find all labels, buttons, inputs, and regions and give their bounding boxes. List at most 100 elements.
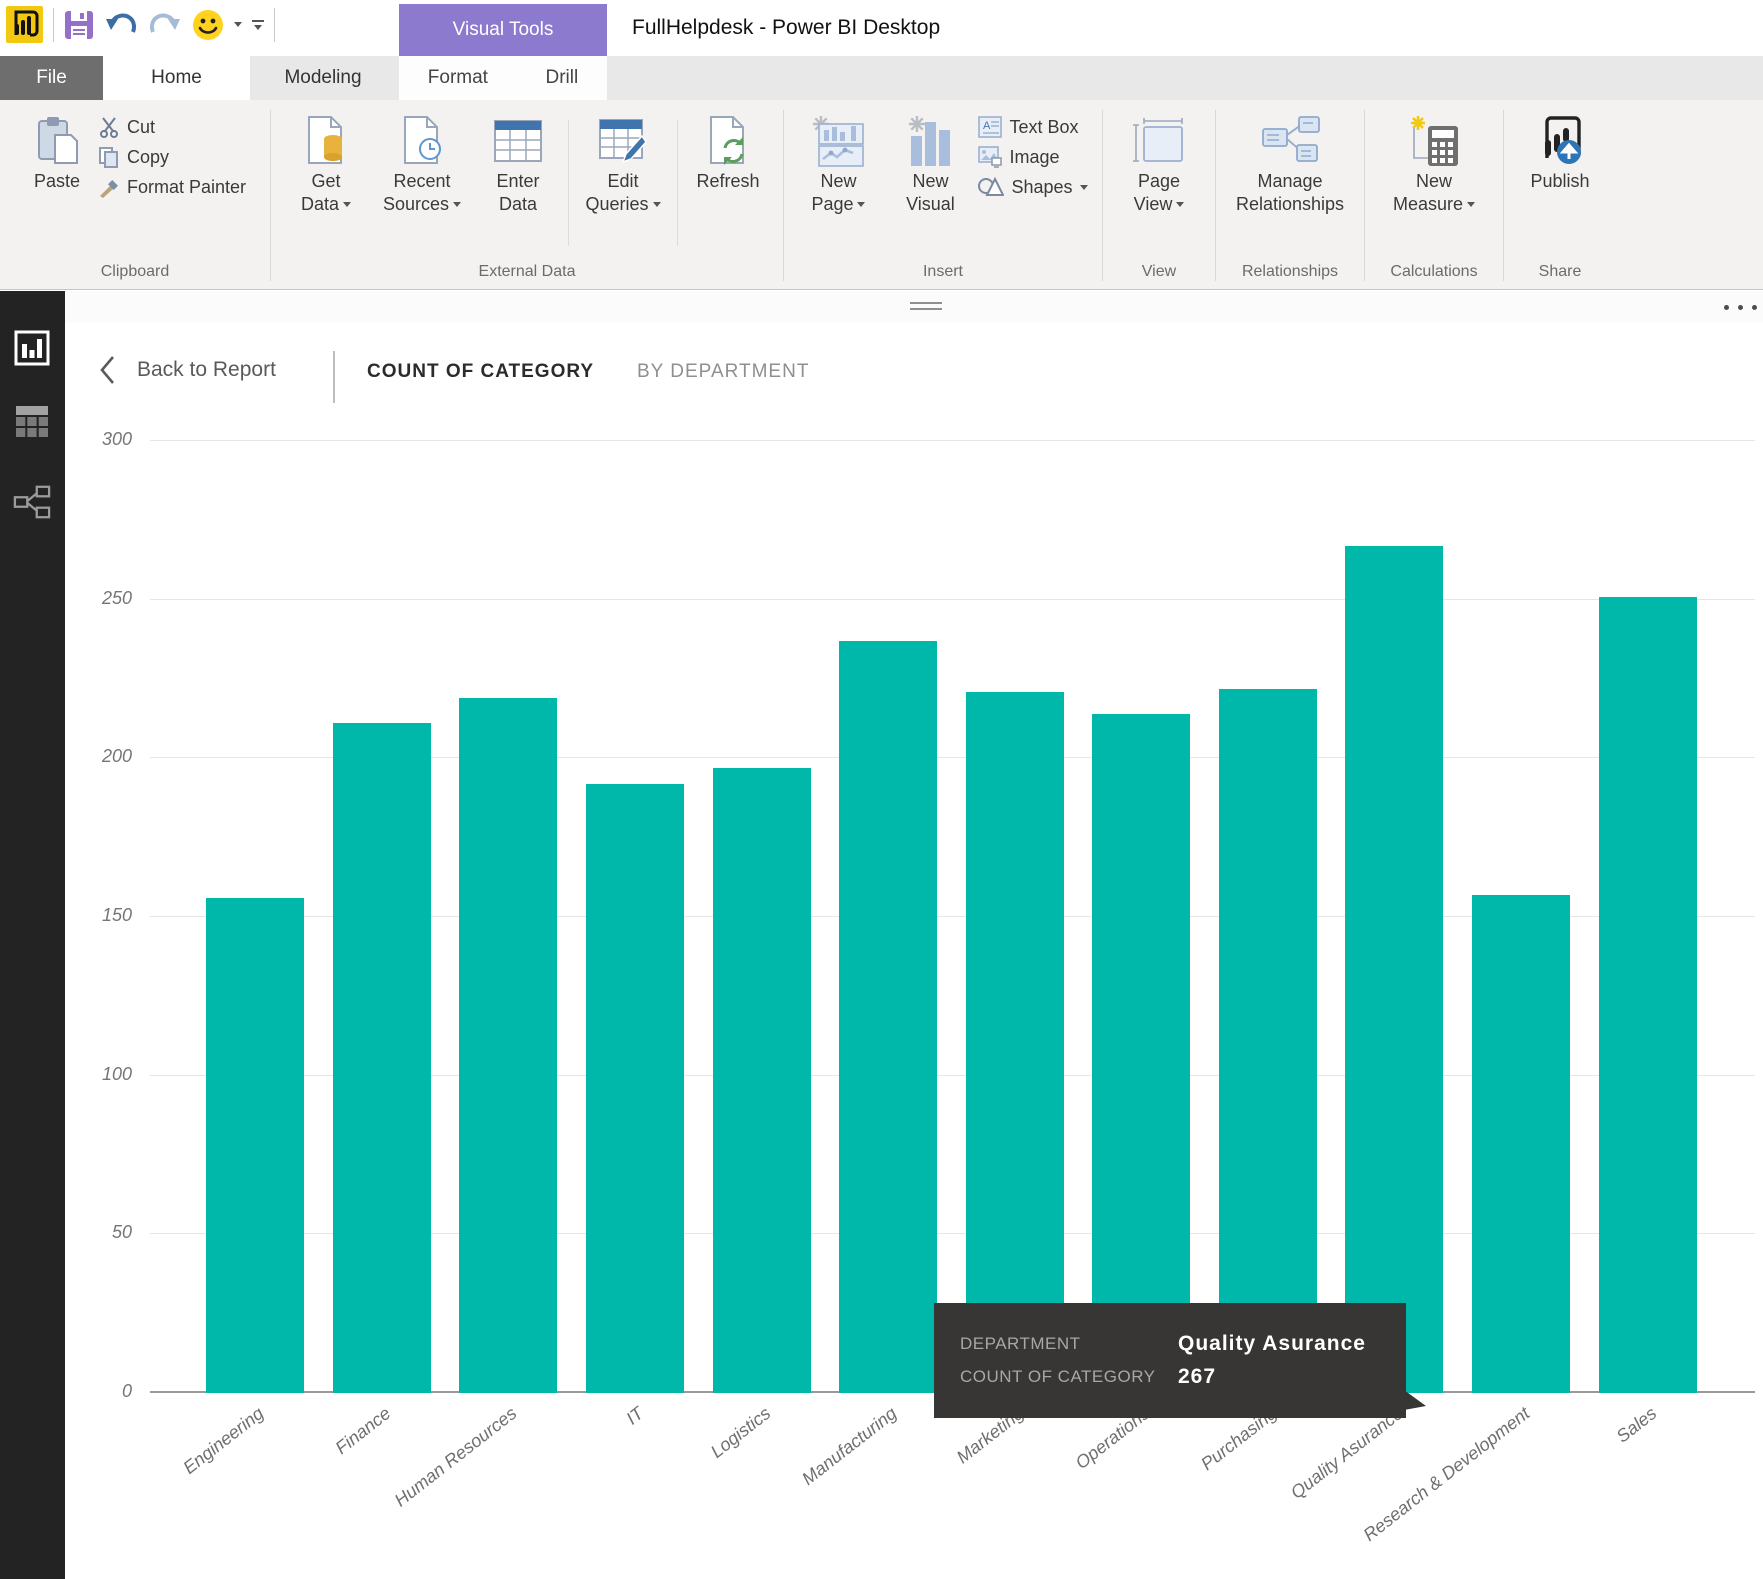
svg-text:A: A bbox=[983, 120, 991, 132]
bars: EngineeringFinanceHuman ResourcesITLogis… bbox=[192, 441, 1711, 1393]
focus-header: Back to Report COUNT OF CATEGORY BY DEPA… bbox=[65, 345, 1763, 407]
bar-slot: Research & Development bbox=[1458, 441, 1585, 1393]
back-chevron-icon bbox=[99, 355, 115, 385]
paste-button[interactable]: Paste bbox=[18, 106, 96, 193]
undo-button[interactable] bbox=[104, 10, 138, 40]
enter-data-button[interactable]: Enter Data bbox=[472, 106, 564, 216]
bar-research-development[interactable] bbox=[1472, 895, 1570, 1393]
bar-slot: Operations bbox=[1078, 441, 1205, 1393]
customize-toolbar-button[interactable] bbox=[252, 20, 264, 30]
group-label-relationships: Relationships bbox=[1216, 259, 1364, 289]
new-measure-icon bbox=[1406, 112, 1462, 170]
ribbon-group-share: Publish Share bbox=[1504, 100, 1616, 289]
bar-human-resources[interactable] bbox=[459, 698, 557, 1393]
view-sidebar bbox=[0, 291, 65, 1579]
tab-file[interactable]: File bbox=[0, 56, 103, 100]
visual-tools-tab-group: Format Drill bbox=[399, 56, 607, 100]
y-tick-label: 100 bbox=[70, 1064, 132, 1085]
bar-slot: Purchasing bbox=[1205, 441, 1332, 1393]
bar-slot: Logistics bbox=[698, 441, 825, 1393]
bar-operations[interactable] bbox=[1092, 714, 1190, 1393]
refresh-icon bbox=[705, 112, 751, 170]
page-view-icon bbox=[1132, 112, 1186, 170]
bar-it[interactable] bbox=[586, 784, 684, 1393]
new-page-icon bbox=[811, 112, 865, 170]
edit-queries-button[interactable]: Edit Queries bbox=[573, 106, 673, 216]
bar-slot: Human Resources bbox=[445, 441, 572, 1393]
y-tick-label: 0 bbox=[70, 1381, 132, 1402]
group-label-insert: Insert bbox=[784, 259, 1102, 289]
toolbar-separator bbox=[274, 8, 275, 42]
bar-manufacturing[interactable] bbox=[839, 641, 937, 1393]
bar-finance[interactable] bbox=[333, 723, 431, 1393]
powerbi-desktop-window: Visual Tools FullHelpdesk - Power BI Des… bbox=[0, 0, 1763, 1579]
image-button[interactable]: Image bbox=[978, 146, 1087, 168]
bar-logistics[interactable] bbox=[713, 768, 811, 1393]
get-data-button[interactable]: Get Data bbox=[280, 106, 372, 216]
dropdown-caret-icon bbox=[1467, 202, 1475, 207]
redo-button[interactable] bbox=[148, 10, 182, 40]
drag-handle[interactable] bbox=[910, 302, 942, 314]
tab-drill[interactable]: Drill bbox=[538, 56, 587, 100]
sidebar-item-relationships-view[interactable] bbox=[13, 483, 51, 521]
group-label-view: View bbox=[1103, 259, 1215, 289]
publish-button[interactable]: Publish bbox=[1514, 106, 1606, 193]
back-to-report-label: Back to Report bbox=[137, 358, 276, 382]
manage-relationships-icon bbox=[1259, 112, 1321, 170]
bar-engineering[interactable] bbox=[206, 898, 304, 1393]
tab-format[interactable]: Format bbox=[420, 56, 496, 100]
title-bar: Visual Tools FullHelpdesk - Power BI Des… bbox=[0, 0, 1763, 56]
image-icon bbox=[978, 146, 1002, 168]
new-measure-button[interactable]: New Measure bbox=[1374, 106, 1494, 216]
get-data-icon bbox=[303, 112, 349, 170]
bar-slot: Finance bbox=[319, 441, 446, 1393]
shapes-button[interactable]: Shapes bbox=[978, 176, 1087, 198]
tab-modeling[interactable]: Modeling bbox=[250, 56, 396, 100]
copy-button[interactable]: Copy bbox=[98, 146, 246, 168]
y-tick-label: 50 bbox=[70, 1222, 132, 1243]
bar-marketing[interactable] bbox=[966, 692, 1064, 1393]
bar-sales[interactable] bbox=[1599, 597, 1697, 1394]
bar-quality-asurance[interactable] bbox=[1345, 546, 1443, 1393]
feedback-smiley-button[interactable] bbox=[192, 9, 224, 41]
visual-subtitle: BY DEPARTMENT bbox=[637, 361, 809, 383]
group-label-calculations: Calculations bbox=[1365, 259, 1503, 289]
text-box-icon: A bbox=[978, 116, 1002, 138]
ribbon-group-clipboard: Paste Cut bbox=[0, 100, 270, 289]
y-tick-label: 300 bbox=[70, 429, 132, 450]
ribbon-group-external-data: Get Data Recent Sources bbox=[271, 100, 783, 289]
save-button[interactable] bbox=[64, 10, 94, 40]
back-to-report-button[interactable]: Back to Report bbox=[99, 355, 276, 385]
chart-tooltip: DEPARTMENT Quality Asurance COUNT OF CAT… bbox=[934, 1303, 1406, 1418]
bar-slot: IT bbox=[572, 441, 699, 1393]
page-view-button[interactable]: Page View bbox=[1113, 106, 1205, 216]
format-painter-button[interactable]: Format Painter bbox=[98, 176, 246, 198]
more-options-button[interactable] bbox=[1724, 305, 1757, 310]
tooltip-department-label: DEPARTMENT bbox=[960, 1334, 1178, 1354]
cut-button[interactable]: Cut bbox=[98, 116, 246, 138]
report-view-icon bbox=[13, 329, 51, 367]
manage-relationships-button[interactable]: Manage Relationships bbox=[1220, 106, 1360, 216]
text-box-button[interactable]: A Text Box bbox=[978, 116, 1087, 138]
refresh-button[interactable]: Refresh bbox=[682, 106, 774, 193]
new-visual-button[interactable]: New Visual bbox=[884, 106, 976, 216]
y-tick-label: 250 bbox=[70, 588, 132, 609]
tab-home[interactable]: Home bbox=[103, 56, 250, 100]
smiley-dropdown-caret-icon[interactable] bbox=[234, 22, 242, 27]
bar-slot: Quality Asurance bbox=[1331, 441, 1458, 1393]
paste-icon bbox=[35, 112, 79, 170]
sidebar-item-data-view[interactable] bbox=[13, 403, 51, 441]
publish-icon bbox=[1533, 112, 1587, 170]
sidebar-item-report-view[interactable] bbox=[13, 329, 51, 367]
dropdown-caret-icon bbox=[1080, 185, 1088, 190]
recent-sources-button[interactable]: Recent Sources bbox=[372, 106, 472, 216]
group-label-external-data: External Data bbox=[271, 259, 783, 289]
header-divider bbox=[333, 351, 335, 403]
new-page-button[interactable]: New Page bbox=[792, 106, 884, 216]
edit-queries-icon bbox=[598, 112, 648, 170]
quick-access-toolbar bbox=[6, 6, 275, 43]
visual-tools-contextual-tab[interactable]: Visual Tools bbox=[399, 4, 607, 56]
ribbon-tab-row: File Home Modeling Format Drill bbox=[0, 56, 1763, 100]
bar-purchasing[interactable] bbox=[1219, 689, 1317, 1393]
group-label-clipboard: Clipboard bbox=[0, 259, 270, 289]
